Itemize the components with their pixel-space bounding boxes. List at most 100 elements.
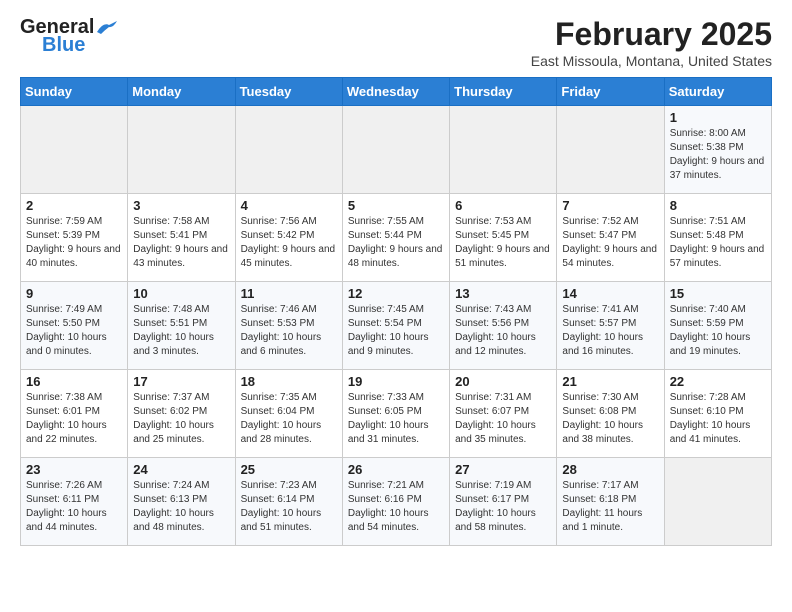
day-info: Sunrise: 7:21 AM Sunset: 6:16 PM Dayligh…	[348, 479, 444, 535]
calendar-cell-w5-d7	[664, 458, 771, 546]
calendar-cell-w4-d5: 20 Sunrise: 7:31 AM Sunset: 6:07 PM Dayli…	[450, 370, 557, 458]
day-number: 5	[348, 198, 444, 213]
calendar-cell-w2-d6: 7Sunrise: 7:52 AM Sunset: 5:47 PM Daylig…	[557, 194, 664, 282]
day-number: 22	[670, 374, 766, 389]
day-info: Sunrise: 8:00 AM Sunset: 5:38 PM Dayligh…	[670, 127, 766, 183]
calendar-header-row: Sunday Monday Tuesday Wednesday Thursday…	[21, 78, 772, 106]
day-info: Sunrise: 7:58 AM Sunset: 5:41 PM Dayligh…	[133, 215, 229, 271]
page-container: General Blue February 2025 East Missoula…	[0, 0, 792, 562]
calendar-cell-w5-d6: 28Sunrise: 7:17 AM Sunset: 6:18 PM Dayli…	[557, 458, 664, 546]
calendar-cell-w2-d5: 6 Sunrise: 7:53 AM Sunset: 5:45 PM Daylig…	[450, 194, 557, 282]
day-info: Sunrise: 7:23 AM Sunset: 6:14 PM Dayligh…	[241, 479, 337, 535]
day-number: 25	[241, 462, 337, 477]
day-info: Sunrise: 7:24 AM Sunset: 6:13 PM Dayligh…	[133, 479, 229, 535]
header-monday: Monday	[128, 78, 235, 106]
calendar-cell-w3-d6: 14 Sunrise: 7:41 AM Sunset: 5:57 PM Dayli…	[557, 282, 664, 370]
day-number: 17	[133, 374, 229, 389]
day-info: Sunrise: 7:35 AM Sunset: 6:04 PM Dayligh…	[241, 391, 337, 447]
day-number: 26	[348, 462, 444, 477]
calendar-cell-w5-d2: 24 Sunrise: 7:24 AM Sunset: 6:13 PM Dayli…	[128, 458, 235, 546]
day-info: Sunrise: 7:41 AM Sunset: 5:57 PM Dayligh…	[562, 303, 658, 359]
logo-bird-icon	[95, 20, 117, 36]
day-number: 1	[670, 110, 766, 125]
calendar-week-5: 23 Sunrise: 7:26 AM Sunset: 6:11 PM Dayli…	[21, 458, 772, 546]
day-info: Sunrise: 7:45 AM Sunset: 5:54 PM Dayligh…	[348, 303, 444, 359]
calendar-cell-w2-d1: 2Sunrise: 7:59 AM Sunset: 5:39 PM Daylig…	[21, 194, 128, 282]
day-number: 27	[455, 462, 551, 477]
calendar-cell-w3-d4: 12 Sunrise: 7:45 AM Sunset: 5:54 PM Dayli…	[342, 282, 449, 370]
day-info: Sunrise: 7:46 AM Sunset: 5:53 PM Dayligh…	[241, 303, 337, 359]
calendar-cell-w4-d3: 18 Sunrise: 7:35 AM Sunset: 6:04 PM Dayli…	[235, 370, 342, 458]
calendar-cell-w2-d4: 5 Sunrise: 7:55 AM Sunset: 5:44 PM Daylig…	[342, 194, 449, 282]
day-info: Sunrise: 7:53 AM Sunset: 5:45 PM Dayligh…	[455, 215, 551, 271]
day-number: 7	[562, 198, 658, 213]
day-number: 13	[455, 286, 551, 301]
day-number: 28	[562, 462, 658, 477]
calendar-cell-w1-d6	[557, 106, 664, 194]
calendar-cell-w1-d3	[235, 106, 342, 194]
day-number: 4	[241, 198, 337, 213]
day-info: Sunrise: 7:55 AM Sunset: 5:44 PM Dayligh…	[348, 215, 444, 271]
day-number: 23	[26, 462, 122, 477]
logo-part2: Blue	[42, 34, 85, 56]
calendar-cell-w5-d5: 27 Sunrise: 7:19 AM Sunset: 6:17 PM Dayli…	[450, 458, 557, 546]
calendar-cell-w1-d4	[342, 106, 449, 194]
day-number: 19	[348, 374, 444, 389]
day-info: Sunrise: 7:38 AM Sunset: 6:01 PM Dayligh…	[26, 391, 122, 447]
calendar-cell-w3-d5: 13 Sunrise: 7:43 AM Sunset: 5:56 PM Dayli…	[450, 282, 557, 370]
day-number: 6	[455, 198, 551, 213]
day-number: 11	[241, 286, 337, 301]
day-info: Sunrise: 7:33 AM Sunset: 6:05 PM Dayligh…	[348, 391, 444, 447]
location: East Missoula, Montana, United States	[531, 53, 772, 69]
header-thursday: Thursday	[450, 78, 557, 106]
calendar-cell-w4-d6: 21 Sunrise: 7:30 AM Sunset: 6:08 PM Dayli…	[557, 370, 664, 458]
calendar-cell-w1-d2	[128, 106, 235, 194]
calendar-cell-w2-d7: 8Sunrise: 7:51 AM Sunset: 5:48 PM Daylig…	[664, 194, 771, 282]
calendar-cell-w3-d7: 15Sunrise: 7:40 AM Sunset: 5:59 PM Dayli…	[664, 282, 771, 370]
calendar-body: 1 Sunrise: 8:00 AM Sunset: 5:38 PM Daylig…	[21, 106, 772, 546]
day-info: Sunrise: 7:19 AM Sunset: 6:17 PM Dayligh…	[455, 479, 551, 535]
day-number: 20	[455, 374, 551, 389]
day-number: 24	[133, 462, 229, 477]
day-number: 8	[670, 198, 766, 213]
header-tuesday: Tuesday	[235, 78, 342, 106]
header: General Blue February 2025 East Missoula…	[20, 16, 772, 69]
day-info: Sunrise: 7:37 AM Sunset: 6:02 PM Dayligh…	[133, 391, 229, 447]
title-area: February 2025 East Missoula, Montana, Un…	[531, 16, 772, 69]
day-info: Sunrise: 7:40 AM Sunset: 5:59 PM Dayligh…	[670, 303, 766, 359]
calendar-week-4: 16Sunrise: 7:38 AM Sunset: 6:01 PM Dayli…	[21, 370, 772, 458]
day-info: Sunrise: 7:43 AM Sunset: 5:56 PM Dayligh…	[455, 303, 551, 359]
logo: General Blue	[20, 16, 118, 56]
header-friday: Friday	[557, 78, 664, 106]
calendar-cell-w3-d3: 11 Sunrise: 7:46 AM Sunset: 5:53 PM Dayli…	[235, 282, 342, 370]
calendar-cell-w4-d2: 17 Sunrise: 7:37 AM Sunset: 6:02 PM Dayli…	[128, 370, 235, 458]
day-number: 9	[26, 286, 122, 301]
day-info: Sunrise: 7:49 AM Sunset: 5:50 PM Dayligh…	[26, 303, 122, 359]
calendar-cell-w3-d2: 10 Sunrise: 7:48 AM Sunset: 5:51 PM Dayli…	[128, 282, 235, 370]
day-number: 18	[241, 374, 337, 389]
day-number: 10	[133, 286, 229, 301]
day-number: 21	[562, 374, 658, 389]
header-wednesday: Wednesday	[342, 78, 449, 106]
day-info: Sunrise: 7:26 AM Sunset: 6:11 PM Dayligh…	[26, 479, 122, 535]
day-number: 12	[348, 286, 444, 301]
day-info: Sunrise: 7:30 AM Sunset: 6:08 PM Dayligh…	[562, 391, 658, 447]
calendar-cell-w2-d2: 3 Sunrise: 7:58 AM Sunset: 5:41 PM Daylig…	[128, 194, 235, 282]
calendar-cell-w5-d3: 25 Sunrise: 7:23 AM Sunset: 6:14 PM Dayli…	[235, 458, 342, 546]
calendar-week-1: 1 Sunrise: 8:00 AM Sunset: 5:38 PM Daylig…	[21, 106, 772, 194]
day-number: 3	[133, 198, 229, 213]
calendar-cell-w5-d4: 26 Sunrise: 7:21 AM Sunset: 6:16 PM Dayli…	[342, 458, 449, 546]
calendar-cell-w5-d1: 23 Sunrise: 7:26 AM Sunset: 6:11 PM Dayli…	[21, 458, 128, 546]
calendar-cell-w1-d5	[450, 106, 557, 194]
calendar-cell-w2-d3: 4Sunrise: 7:56 AM Sunset: 5:42 PM Daylig…	[235, 194, 342, 282]
header-saturday: Saturday	[664, 78, 771, 106]
calendar-table: Sunday Monday Tuesday Wednesday Thursday…	[20, 77, 772, 546]
day-info: Sunrise: 7:31 AM Sunset: 6:07 PM Dayligh…	[455, 391, 551, 447]
calendar-week-2: 2Sunrise: 7:59 AM Sunset: 5:39 PM Daylig…	[21, 194, 772, 282]
day-info: Sunrise: 7:59 AM Sunset: 5:39 PM Dayligh…	[26, 215, 122, 271]
day-number: 14	[562, 286, 658, 301]
calendar-cell-w4-d4: 19 Sunrise: 7:33 AM Sunset: 6:05 PM Dayli…	[342, 370, 449, 458]
calendar-cell-w1-d1	[21, 106, 128, 194]
day-info: Sunrise: 7:28 AM Sunset: 6:10 PM Dayligh…	[670, 391, 766, 447]
day-info: Sunrise: 7:48 AM Sunset: 5:51 PM Dayligh…	[133, 303, 229, 359]
